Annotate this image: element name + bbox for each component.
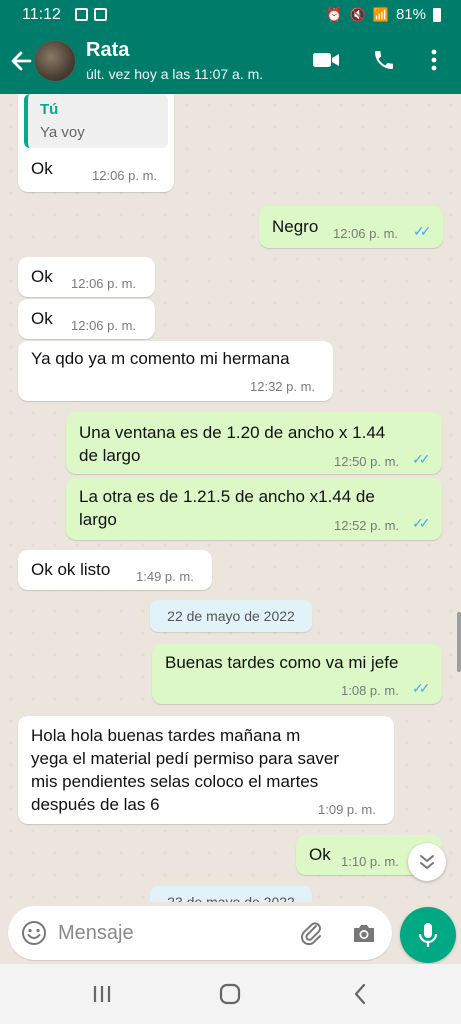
message-text-line: mis pendientes selas coloco el martes [31,772,319,791]
message-incoming[interactable]: Ok ok listo 1:49 p. m. [18,550,212,590]
message-text-line: yega el material pedí permiso para saver [31,749,340,768]
read-receipt-icon: ✓✓ [412,680,431,696]
message-text: Ok [309,845,331,864]
status-bar: 11:12 ⏰ 🔇 📶 81% [0,0,461,30]
message-outgoing[interactable]: La otra es de 1.21.5 de ancho x1.44 de l… [66,478,442,540]
recent-apps-icon[interactable] [82,979,122,1009]
message-time: 12:32 p. m. [250,379,316,394]
message-outgoing[interactable]: Buenas tardes como va mi jefe 1:08 p. m.… [152,644,442,704]
back-arrow-icon[interactable] [8,46,34,76]
read-receipt-icon: ✓✓ [412,515,431,531]
message-outgoing[interactable]: Negro 12:06 p. m. ✓✓ [259,206,443,248]
attach-icon[interactable] [297,919,325,947]
last-seen-status: últ. vez hoy a las 11:07 a. m. [86,66,264,82]
quote-author: Tú [40,101,59,118]
message-time: 1:49 p. m. [136,569,194,584]
home-icon[interactable] [210,979,250,1009]
message-time: 12:06 p. m. [333,226,399,241]
contact-info[interactable]: Rata últ. vez hoy a las 11:07 a. m. [86,39,263,82]
date-separator: 22 de mayo de 2022 [150,600,312,632]
message-time: 12:52 p. m. [334,518,400,533]
message-time: 12:06 p. m. [92,168,158,183]
alarm-icon: ⏰ [326,6,343,22]
message-time: 1:10 p. m. [341,854,399,869]
message-incoming[interactable]: Ok 12:06 p. m. [18,299,155,339]
message-time: 1:09 p. m. [318,802,376,817]
double-chevron-down-icon [420,855,434,869]
message-outgoing[interactable]: Una ventana es de 1.20 de ancho x 1.44 d… [66,412,442,474]
more-options-icon[interactable] [418,44,450,76]
message-time: 12:06 p. m. [71,318,137,333]
system-nav-bar [0,964,461,1024]
message-text: Ya qdo ya m comento mi hermana [31,349,290,368]
status-time: 11:12 [22,6,61,23]
battery-icon [433,7,441,22]
video-call-icon[interactable] [310,44,342,76]
message-text: Negro [272,217,319,236]
quoted-message[interactable]: Tú Ya voy [24,94,168,148]
gallery-notification-icon [75,8,88,21]
chat-messages[interactable]: Tú Ya voy Ok 12:06 p. m. Negro 12:06 p. … [0,94,461,902]
message-composer [8,906,392,960]
emoji-icon[interactable] [20,919,48,947]
message-time: 12:06 p. m. [71,276,137,291]
message-incoming[interactable]: Tú Ya voy Ok 12:06 p. m. [18,94,174,192]
message-input[interactable] [58,916,288,950]
contact-avatar[interactable] [34,40,76,82]
message-text-line: Una ventana es de 1.20 de ancho x 1.44 [79,423,386,442]
message-text: Ok [31,159,53,178]
read-receipt-icon: ✓✓ [413,223,432,239]
message-incoming[interactable]: Ya qdo ya m comento mi hermana 12:32 p. … [18,341,333,401]
read-receipt-icon: ✓✓ [412,451,431,467]
app-notification-icon [94,8,107,21]
chat-scrollbar[interactable] [457,612,461,672]
scroll-to-bottom-button[interactable] [408,843,446,881]
message-text: Ok ok listo [31,560,111,579]
message-text-line: Hola hola buenas tardes mañana m [31,726,301,745]
message-text-line: largo [79,510,117,529]
mic-icon [418,923,438,947]
message-text: Buenas tardes como va mi jefe [165,653,399,672]
date-separator-text: 22 de mayo de 2022 [167,608,295,624]
date-separator-text: 23 de mayo de 2022 [167,894,295,902]
input-bar [0,902,461,964]
camera-icon[interactable] [350,919,378,947]
message-text-line: de largo [79,446,141,465]
mic-button[interactable] [400,907,456,963]
message-time: 1:08 p. m. [341,683,399,698]
contact-name: Rata [86,39,130,61]
message-time: 12:50 p. m. [334,454,400,469]
mute-icon: 🔇 [349,6,366,22]
back-icon[interactable] [340,979,380,1009]
quote-text: Ya voy [40,124,85,141]
date-separator: 23 de mayo de 2022 [150,886,312,902]
message-text-line: después de las 6 [31,795,160,814]
wifi-icon: 📶 [372,6,389,22]
chat-header: Rata últ. vez hoy a las 11:07 a. m. [0,30,461,94]
phone-icon[interactable] [368,44,400,76]
message-incoming[interactable]: Hola hola buenas tardes mañana m yega el… [18,716,394,824]
battery-percent: 81% [395,6,426,23]
message-text: Ok [31,309,53,328]
message-incoming[interactable]: Ok 12:06 p. m. [18,257,155,297]
message-text: Ok [31,267,53,286]
message-text-line: La otra es de 1.21.5 de ancho x1.44 de [79,487,375,506]
